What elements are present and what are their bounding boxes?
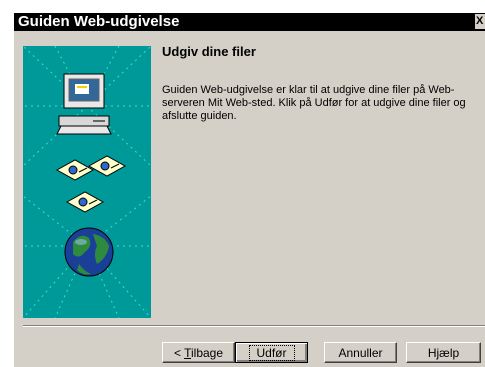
computer-icon: [56, 73, 112, 135]
page-description: Guiden Web-udgivelse er klar til at udgi…: [162, 84, 466, 122]
document-icon: [55, 155, 127, 213]
back-button[interactable]: < Tilbage: [162, 342, 235, 363]
window-title: Guiden Web-udgivelse: [18, 13, 180, 30]
help-button[interactable]: Hjælp: [406, 342, 481, 363]
back-button-mnemonic: T: [184, 346, 191, 360]
globe-icon: [64, 227, 114, 277]
finish-button-label: Udfør: [248, 345, 295, 361]
close-button[interactable]: X: [475, 14, 485, 29]
page-heading: Udgiv dine filer: [162, 44, 256, 59]
illustration-graphic: [23, 46, 151, 318]
title-bar[interactable]: Guiden Web-udgivelse X: [14, 13, 485, 31]
back-button-label: ilbage: [190, 346, 224, 360]
wizard-illustration: [23, 46, 151, 318]
button-separator: [23, 325, 485, 327]
cancel-button[interactable]: Annuller: [324, 342, 397, 363]
back-button-prefix: <: [173, 346, 185, 360]
wizard-window: Guiden Web-udgivelse X Udgiv dine filer …: [14, 13, 485, 367]
finish-button[interactable]: Udfør: [235, 342, 308, 363]
